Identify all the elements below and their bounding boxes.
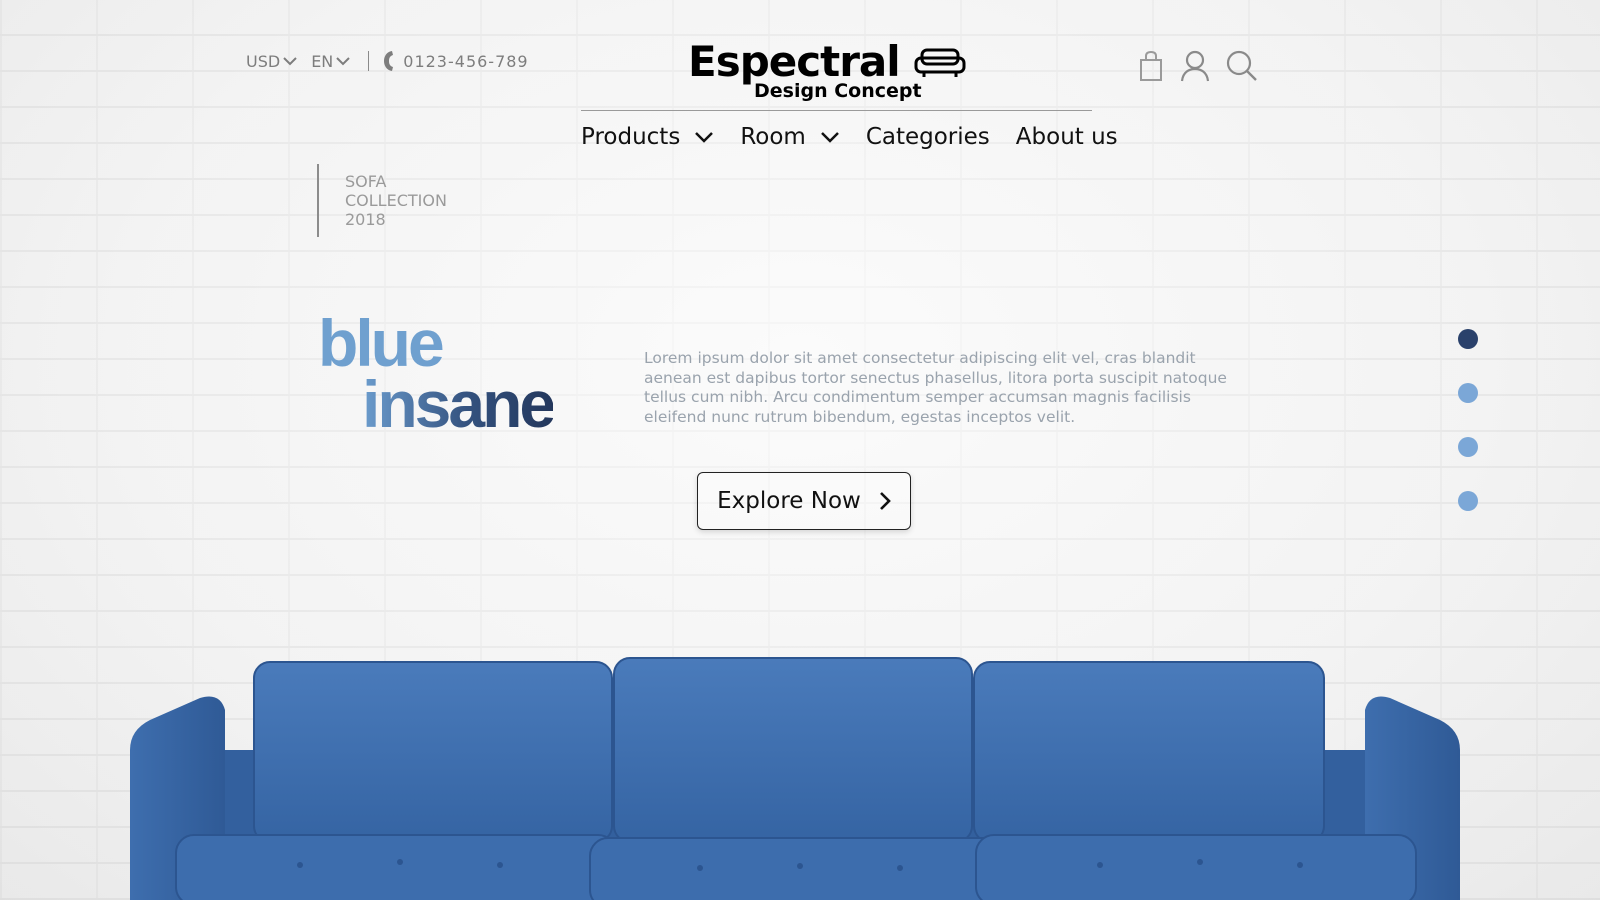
explore-now-label: Explore Now [717,488,861,514]
phone-contact[interactable]: 0123-456-789 [383,50,528,72]
phone-number: 0123-456-789 [403,51,529,71]
nav-item-room[interactable]: Room [740,124,840,150]
collection-tag: SOFA COLLECTION 2018 [317,164,447,237]
logo-title: Espectral [688,37,901,86]
chevron-down-icon [283,57,297,66]
top-utility-bar: USD EN 0123-456-789 [246,50,529,72]
chevron-right-icon [879,492,891,510]
hero-description: Lorem ipsum dolor sit amet consectetur a… [644,349,1227,426]
sofa-icon [914,48,966,77]
slider-pagination [1458,329,1478,545]
phone-icon [384,51,394,71]
divider [368,51,370,71]
slider-dot[interactable] [1458,383,1478,403]
collection-line: 2018 [345,210,386,229]
explore-now-button[interactable]: Explore Now [697,472,911,530]
logo-subtitle: Design Concept [754,80,922,102]
search-button[interactable] [1226,50,1258,82]
currency-selector[interactable]: USD [246,52,297,71]
blue-sofa-image [130,657,1460,900]
user-icon [1180,50,1210,82]
chevron-down-icon [820,132,839,143]
nav-item-categories[interactable]: Categories [866,124,990,150]
chevron-down-icon [336,57,350,66]
slider-dot[interactable] [1458,437,1478,457]
cart-button[interactable] [1138,50,1164,82]
chevron-down-icon [695,132,714,143]
landing-page: USD EN 0123-456-789 Espectral Design Con… [0,0,1600,900]
language-value: EN [311,51,334,71]
brand-logo[interactable]: Espectral Design Concept [688,38,968,108]
search-icon [1226,50,1257,81]
shopping-bag-icon [1140,50,1162,81]
slider-dot[interactable] [1458,329,1478,349]
language-selector[interactable]: EN [311,52,350,71]
currency-value: USD [246,51,281,71]
account-actions [1138,50,1258,82]
collection-line: COLLECTION [345,191,447,210]
nav-divider [581,110,1092,111]
nav-item-label: Room [740,124,806,150]
nav-item-products[interactable]: Products [581,124,714,150]
collection-line: SOFA [345,172,387,191]
nav-item-label: Products [581,124,681,150]
hero-headline-word2: insane [362,367,556,441]
nav-item-label: Categories [865,124,990,150]
account-button[interactable] [1180,50,1210,82]
slider-dot[interactable] [1458,491,1478,511]
main-nav: Products Room Categories About us [581,124,1144,150]
nav-item-about-us[interactable]: About us [1016,124,1118,150]
nav-item-label: About us [1015,124,1118,150]
